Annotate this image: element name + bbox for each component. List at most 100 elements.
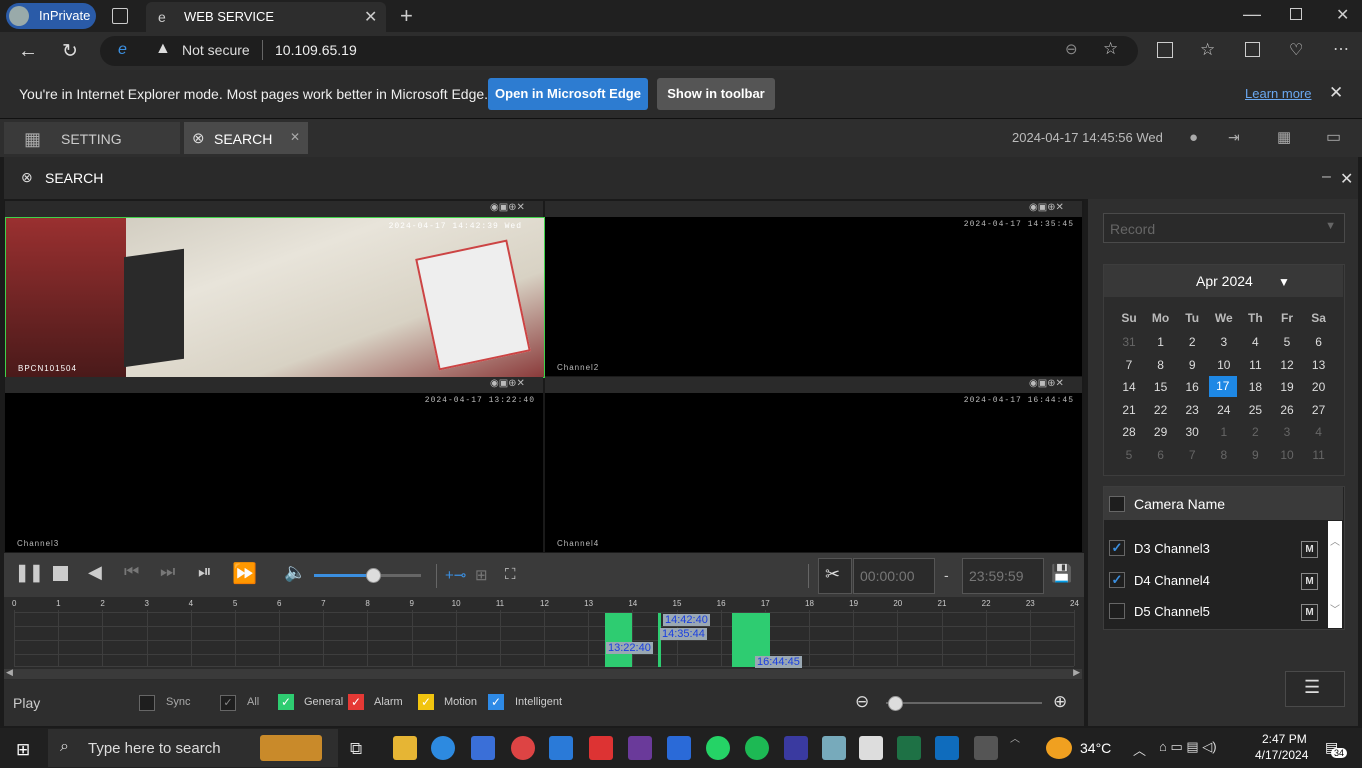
zoom-out-timeline-icon[interactable]: ⊖ (855, 692, 869, 712)
calendar-day[interactable]: 4 (1240, 335, 1270, 349)
calendar-day[interactable]: 1 (1146, 335, 1176, 349)
taskbar-time[interactable]: 2:47 PM (1262, 732, 1307, 746)
calendar-day[interactable]: 12 (1272, 358, 1302, 372)
anydesk-icon[interactable] (589, 736, 613, 760)
calendar-day[interactable]: 18 (1240, 380, 1270, 394)
calendar-day[interactable]: 6 (1304, 335, 1334, 349)
taskbar-search-box[interactable]: ⌕ Type here to search (48, 729, 338, 767)
volume-knob[interactable] (365, 568, 381, 583)
month-dropdown-icon[interactable]: ▼ (1278, 275, 1290, 289)
volume-icon[interactable]: 🔈 (284, 562, 306, 583)
calendar-day[interactable]: 9 (1240, 448, 1270, 462)
calendar-day[interactable]: 4 (1304, 425, 1334, 439)
zoom-in-timeline-icon[interactable]: ⊕ (1053, 692, 1067, 712)
clip-start-field[interactable]: 00:00:00 (853, 558, 935, 594)
user-icon[interactable]: ● (1189, 129, 1198, 146)
calculator-icon[interactable] (974, 736, 998, 760)
calendar-day[interactable]: 16 (1177, 380, 1207, 394)
favorite-star-icon[interactable]: ☆ (1103, 39, 1118, 59)
list-view-button[interactable]: ☰ (1285, 671, 1345, 707)
play-backward-icon[interactable]: ◀ (88, 562, 102, 583)
split-screen-icon[interactable] (1157, 42, 1173, 58)
calendar-day[interactable]: 31 (1114, 335, 1144, 349)
calendar-day[interactable]: 19 (1272, 380, 1302, 394)
taskbar-scroll-icon[interactable]: ︿ (1010, 730, 1020, 745)
tab-actions-icon[interactable] (112, 8, 128, 24)
general-checkbox[interactable]: ✓ (278, 694, 294, 710)
calendar-day[interactable]: 3 (1272, 425, 1302, 439)
app-icon[interactable] (628, 736, 652, 760)
url-box[interactable]: e ▲ Not secure 10.109.65.19 ⊖ ☆ (100, 36, 1138, 66)
alarm-checkbox[interactable]: ✓ (348, 694, 364, 710)
excel-icon[interactable] (897, 736, 921, 760)
tag-list-icon[interactable]: ⊞ (475, 566, 488, 584)
calendar-day[interactable]: 24 (1209, 403, 1239, 417)
calendar-day[interactable]: 8 (1209, 448, 1239, 462)
calendar-day[interactable]: 15 (1146, 380, 1176, 394)
calendar-day[interactable]: 29 (1146, 425, 1176, 439)
select-all-cameras-checkbox[interactable] (1109, 496, 1125, 512)
camera-list-scrollbar[interactable]: ︿ ﹀ (1328, 521, 1342, 628)
previous-frame-icon[interactable]: ⏮ (124, 562, 139, 582)
screen-icon[interactable]: ▭ (1326, 127, 1341, 147)
chrome-icon[interactable] (511, 736, 535, 760)
calendar-day[interactable]: 7 (1177, 448, 1207, 462)
tray-chevron-icon[interactable]: ︿ (1133, 740, 1146, 759)
calendar-day[interactable]: 2 (1240, 425, 1270, 439)
scroll-right-icon[interactable]: ▶ (1073, 667, 1080, 678)
calendar-day[interactable]: 11 (1304, 448, 1334, 462)
camera-checkbox[interactable]: ✓ (1109, 571, 1125, 588)
fast-forward-icon[interactable]: ⏩ (232, 561, 257, 586)
restore-window-icon[interactable] (1290, 8, 1302, 20)
whatsapp-icon[interactable] (706, 736, 730, 760)
calendar-day[interactable]: 17 (1208, 376, 1237, 397)
camera-checkbox[interactable] (1109, 603, 1125, 619)
windows-start-icon[interactable]: ⊞ (16, 740, 30, 760)
record-type-select[interactable]: Record ▼ (1103, 213, 1345, 243)
camera-name[interactable]: D5 Channel5 (1134, 604, 1210, 619)
zoom-knob[interactable] (888, 696, 903, 711)
calendar-day[interactable]: 21 (1114, 403, 1144, 417)
video-cell-actions-icon[interactable]: ◉▣⊕✕ (1029, 202, 1064, 213)
weather-temp[interactable]: 34°C (1080, 740, 1111, 756)
video-cell-2[interactable]: 2024-04-17 14:35:45 Channel2 (545, 217, 1082, 376)
refresh-icon[interactable]: ↻ (62, 40, 78, 63)
edge-icon[interactable] (431, 736, 455, 760)
calendar-day[interactable]: 28 (1114, 425, 1144, 439)
close-panel-icon[interactable]: ✕ (1340, 169, 1353, 189)
calendar-month[interactable]: Apr 2024 (1196, 273, 1253, 289)
calendar-day[interactable]: 22 (1146, 403, 1176, 417)
next-frame-icon[interactable]: ⏭ (160, 562, 175, 582)
camera-mode-button[interactable]: M (1301, 572, 1318, 590)
calendar-day[interactable]: 2 (1177, 335, 1207, 349)
tray-icons[interactable]: ⌂ ▭ ▤ ◁) (1159, 739, 1217, 755)
intelligent-checkbox[interactable]: ✓ (488, 694, 504, 710)
stop-icon[interactable] (53, 566, 68, 581)
collections-icon[interactable] (1245, 42, 1260, 57)
heart-pulse-icon[interactable]: ♡ (1289, 40, 1303, 60)
calendar-day[interactable]: 5 (1114, 448, 1144, 462)
close-search-tab-icon[interactable]: ✕ (290, 130, 300, 144)
recording-segment[interactable] (605, 613, 632, 667)
back-icon[interactable]: ← (18, 40, 38, 63)
file-explorer-icon[interactable] (393, 736, 417, 760)
save-clip-icon[interactable]: 💾 (1051, 564, 1072, 584)
close-tab-icon[interactable]: ✕ (364, 7, 377, 27)
add-tag-icon[interactable]: +⊸ (445, 566, 466, 584)
minimize-window-icon[interactable]: — (1243, 4, 1261, 25)
calendar-day[interactable]: 7 (1114, 358, 1144, 372)
recording-segment[interactable] (658, 613, 661, 667)
scroll-up-icon[interactable]: ︿ (1330, 533, 1340, 548)
camera-checkbox[interactable]: ✓ (1109, 540, 1125, 556)
tab-setting[interactable]: ▦ SETTING (4, 122, 180, 154)
minimize-panel-icon[interactable]: – (1322, 168, 1331, 186)
video-cell-4[interactable]: 2024-04-17 16:44:45 Channel4 (545, 393, 1082, 552)
video-cell-actions-icon[interactable]: ◉▣⊕✕ (1029, 378, 1064, 389)
calendar-day[interactable]: 3 (1209, 335, 1239, 349)
calendar-day[interactable]: 8 (1146, 358, 1176, 372)
favorites-icon[interactable]: ☆ (1200, 40, 1215, 60)
camera-name[interactable]: D4 Channel4 (1134, 573, 1210, 588)
not-secure-label[interactable]: Not secure (182, 42, 250, 58)
new-tab-icon[interactable]: + (400, 3, 413, 29)
all-checkbox[interactable]: ✓ (220, 695, 236, 711)
